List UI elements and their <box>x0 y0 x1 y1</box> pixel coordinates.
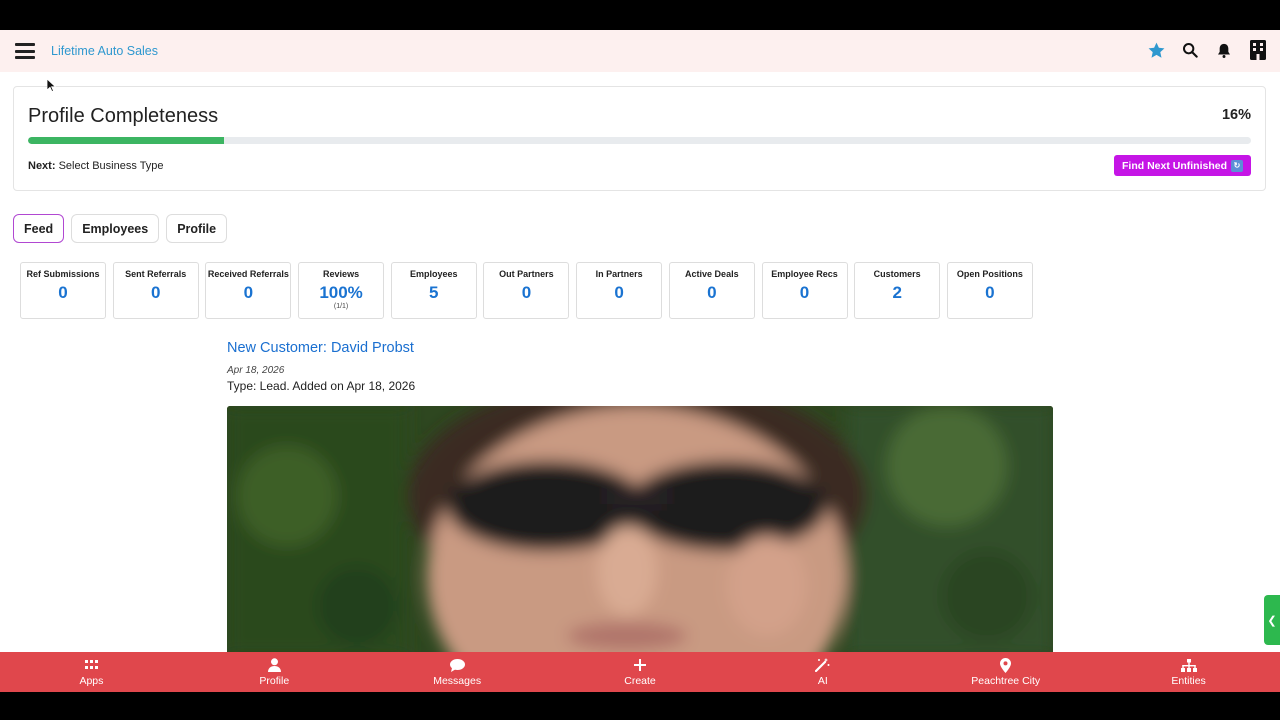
nav-messages[interactable]: Messages <box>366 652 549 692</box>
plus-icon <box>634 657 646 673</box>
completeness-progress-bar <box>28 137 1251 144</box>
stat-label: Out Partners <box>499 269 554 279</box>
nav-label: Profile <box>259 675 290 687</box>
stat-label: Sent Referrals <box>125 269 187 279</box>
tab-feed[interactable]: Feed <box>13 214 65 243</box>
nav-entities[interactable]: Entities <box>1097 652 1280 692</box>
brand-link[interactable]: Lifetime Auto Sales <box>51 44 158 58</box>
chevron-left-icon: ❮ <box>1267 614 1277 627</box>
find-button-label: Find Next Unfinished <box>1122 159 1227 172</box>
user-icon <box>267 657 281 673</box>
nav-location[interactable]: Peachtree City <box>914 652 1097 692</box>
building-icon[interactable] <box>1248 40 1268 60</box>
stat-label: Active Deals <box>685 269 739 279</box>
stat-out-partners[interactable]: Out Partners 0 <box>483 262 570 319</box>
stat-received-referrals[interactable]: Received Referrals 0 <box>205 262 292 319</box>
nav-apps[interactable]: Apps <box>0 652 183 692</box>
profile-completeness-title: Profile Completeness <box>28 105 219 127</box>
stat-ref-submissions[interactable]: Ref Submissions 0 <box>20 262 106 319</box>
map-pin-icon <box>1000 657 1012 673</box>
stats-row: Ref Submissions 0 Sent Referrals 0 Recei… <box>20 262 1040 319</box>
stat-label: Customers <box>873 269 921 279</box>
stat-value: 0 <box>58 283 68 302</box>
stat-employees[interactable]: Employees 5 <box>390 262 477 319</box>
stat-value: 0 <box>243 283 254 302</box>
stat-value: 100% <box>319 283 363 302</box>
next-step: Next: Select Business Type <box>28 160 164 172</box>
search-icon[interactable] <box>1180 40 1200 60</box>
magic-wand-icon <box>815 657 830 673</box>
hamburger-menu-icon[interactable] <box>15 43 35 59</box>
customer-photo <box>227 406 1053 656</box>
top-icons <box>1132 40 1268 60</box>
feed-post-date: Apr 18, 2026 <box>227 365 285 376</box>
progress-fill <box>28 137 224 144</box>
nav-ai[interactable]: AI <box>731 652 914 692</box>
nav-label: Entities <box>1171 675 1206 687</box>
nav-label: Create <box>624 675 656 687</box>
stat-label: Ref Submissions <box>26 269 100 279</box>
star-icon[interactable] <box>1146 40 1166 60</box>
completeness-percent: 16% <box>1221 107 1251 123</box>
chat-icon <box>449 657 465 673</box>
stat-open-positions[interactable]: Open Positions 0 <box>946 262 1033 319</box>
stat-label: Received Referrals <box>207 269 289 279</box>
stat-value: 0 <box>150 283 161 302</box>
stat-in-partners[interactable]: In Partners 0 <box>576 262 663 319</box>
profile-completeness-card: Profile Completeness 16% Next: Select Bu… <box>13 86 1266 191</box>
nav-profile[interactable]: Profile <box>183 652 366 692</box>
app-frame: Lifetime Auto Sales Profile Completeness… <box>0 30 1280 692</box>
stat-reviews[interactable]: Reviews 100% (1/1) <box>298 262 385 319</box>
nav-label: Messages <box>433 675 482 687</box>
nav-create[interactable]: Create <box>549 652 732 692</box>
stat-label: In Partners <box>595 269 643 279</box>
stat-value: 0 <box>985 283 995 302</box>
side-panel-toggle[interactable]: ❮ <box>1264 595 1280 645</box>
nav-label: Peachtree City <box>971 675 1041 687</box>
stat-label: Reviews <box>323 269 360 279</box>
bottom-nav: Apps Profile Messages Create AI Peachtre… <box>0 652 1280 692</box>
tab-profile[interactable]: Profile <box>166 214 228 243</box>
feed-post-title[interactable]: New Customer: David Probst <box>227 340 414 356</box>
mouse-cursor <box>46 78 57 97</box>
stat-label: Employees <box>409 269 458 279</box>
stat-employee-recs[interactable]: Employee Recs 0 <box>761 262 848 319</box>
top-bar: Lifetime Auto Sales <box>0 30 1280 72</box>
stat-value: 0 <box>707 283 717 302</box>
stat-sent-referrals[interactable]: Sent Referrals 0 <box>112 262 199 319</box>
tabs: Feed Employees Profile <box>13 214 234 243</box>
next-value: Select Business Type <box>58 160 164 172</box>
tab-employees[interactable]: Employees <box>71 214 160 243</box>
nav-label: Apps <box>79 675 104 687</box>
stat-value: 0 <box>521 283 532 302</box>
stat-value: 0 <box>614 283 624 302</box>
stat-value: 5 <box>429 283 439 302</box>
stat-sub: (1/1) <box>333 303 349 310</box>
stat-label: Open Positions <box>956 269 1023 279</box>
sitemap-icon <box>1180 657 1197 673</box>
stat-active-deals[interactable]: Active Deals 0 <box>668 262 755 319</box>
stat-label: Employee Recs <box>771 269 838 279</box>
stat-value: 0 <box>799 283 810 302</box>
feed-post-type: Type: Lead. Added on Apr 18, 2026 <box>227 379 416 393</box>
refresh-icon: ↻ <box>1231 159 1243 172</box>
nav-label: AI <box>817 675 828 687</box>
bell-icon[interactable] <box>1214 40 1234 60</box>
find-next-unfinished-button[interactable]: Find Next Unfinished ↻ <box>1114 155 1251 176</box>
next-label: Next: <box>28 160 56 172</box>
grid-icon <box>84 657 98 673</box>
stat-customers[interactable]: Customers 2 <box>854 262 941 319</box>
stat-value: 2 <box>892 283 902 302</box>
